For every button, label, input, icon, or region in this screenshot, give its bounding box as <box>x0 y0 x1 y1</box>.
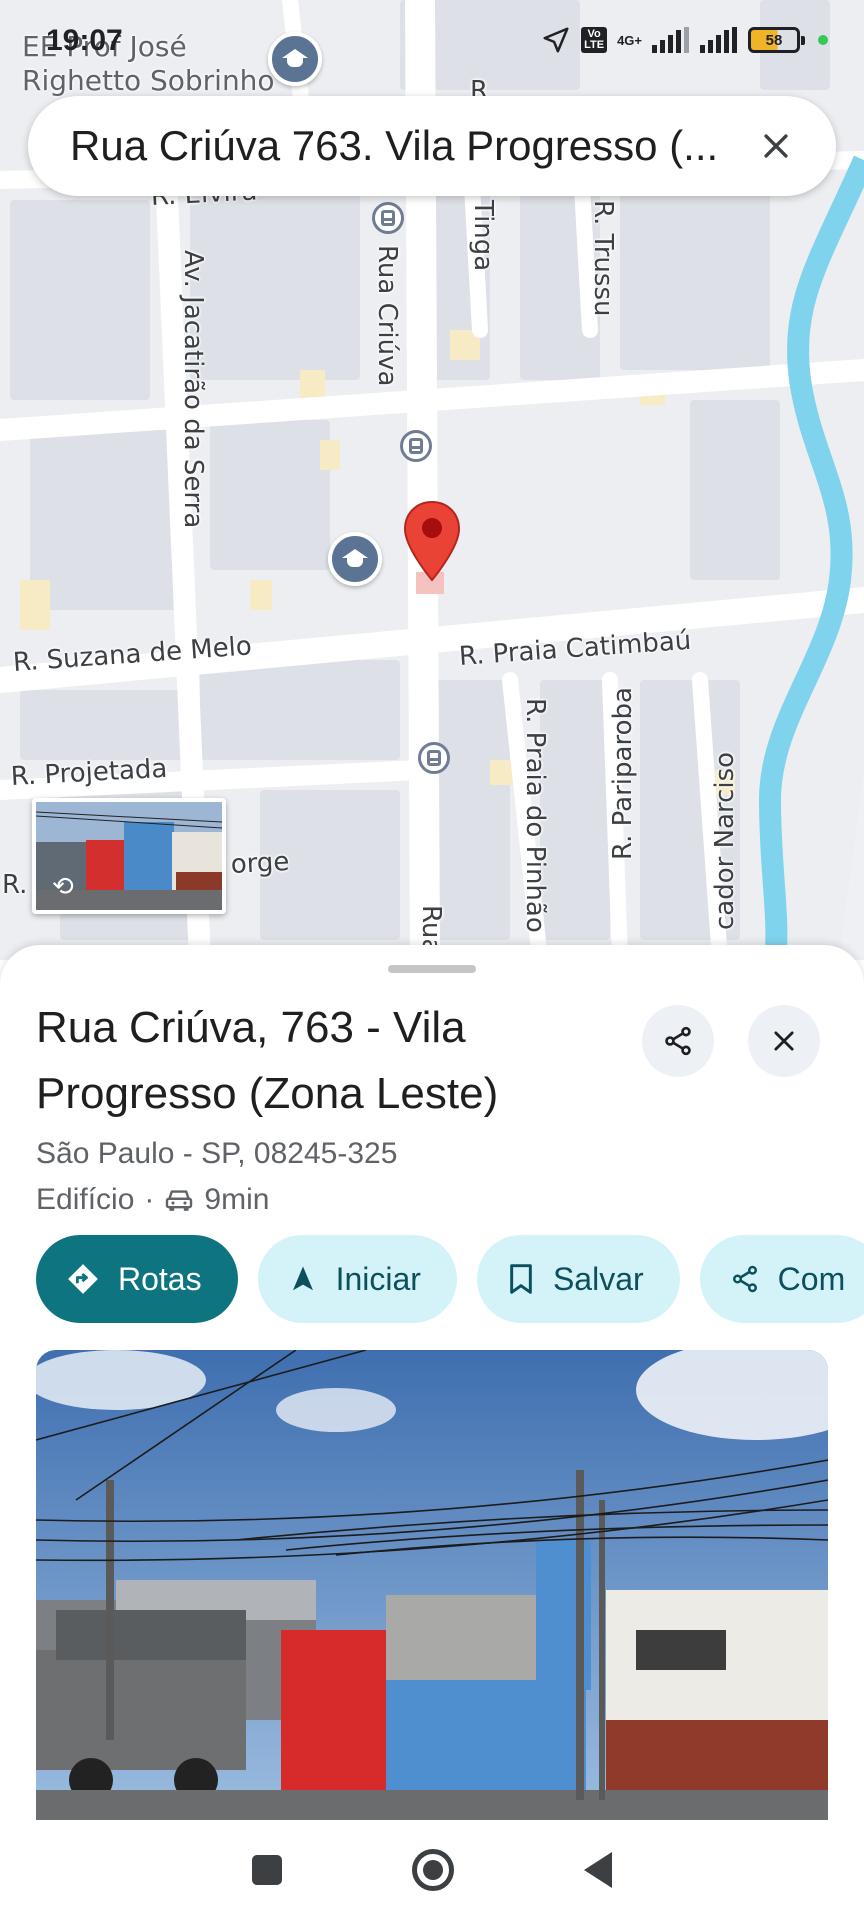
signal-strength-icon <box>700 27 737 53</box>
place-category: Edifício <box>36 1183 135 1216</box>
bookmark-icon <box>510 1264 532 1294</box>
location-arrow-icon <box>543 27 569 53</box>
action-chips-row: Rotas Iniciar Salvar Com <box>36 1235 864 1323</box>
street-label-r-short: R. <box>2 870 28 900</box>
search-query[interactable]: Rua Criúva 763. Vila Progresso (... <box>70 122 752 170</box>
street-label-pariparoba: R. Pariparoba <box>608 687 638 860</box>
street-label-jacatirao: Av. Jacatirão da Serra <box>178 250 208 529</box>
place-title: Rua Criúva, 763 - Vila Progresso (Zona L… <box>36 1003 499 1118</box>
recent-apps-button[interactable] <box>252 1855 282 1885</box>
street-label-trussu: R. Trussu <box>588 200 618 317</box>
place-meta: Edifício · 9min <box>36 1183 269 1217</box>
directions-icon <box>68 1264 98 1294</box>
rotate-360-icon: ⟲ <box>52 872 74 902</box>
status-icons: Vo LTE 4G+ 58 <box>541 24 828 56</box>
directions-label: Rotas <box>118 1260 202 1297</box>
meta-separator: · <box>144 1183 155 1216</box>
save-button[interactable]: Salvar <box>476 1235 680 1323</box>
street-label-jorge: orge <box>230 846 291 880</box>
battery-icon: 58 <box>748 27 805 53</box>
search-bar[interactable]: Rua Criúva 763. Vila Progresso (... <box>28 96 836 196</box>
navigation-arrow-icon <box>292 1266 313 1291</box>
location-pin-icon[interactable] <box>403 500 461 582</box>
share-icon <box>732 1265 757 1293</box>
back-button[interactable] <box>584 1852 612 1888</box>
car-icon <box>166 1190 193 1211</box>
start-label: Iniciar <box>335 1260 421 1297</box>
status-bar: 19:07 Vo LTE 4G+ 58 <box>0 0 864 80</box>
drive-time: 9min <box>204 1183 270 1216</box>
share-chip-button[interactable]: Com <box>699 1235 864 1323</box>
clear-search-button[interactable] <box>752 122 800 170</box>
battery-level: 58 <box>765 31 783 49</box>
share-button[interactable] <box>642 1005 714 1077</box>
street-label-criuva: Rua Criúva <box>372 245 402 387</box>
sheet-drag-handle[interactable] <box>388 965 476 973</box>
directions-button[interactable]: Rotas <box>36 1235 238 1323</box>
bus-stop-icon[interactable] <box>372 202 404 234</box>
street-label-narciso: cador Narciso <box>710 751 740 930</box>
share-label: Com <box>777 1260 846 1297</box>
status-time: 19:07 <box>46 24 123 57</box>
bus-stop-icon[interactable] <box>400 430 432 462</box>
home-button[interactable] <box>412 1849 454 1891</box>
street-view-thumbnail[interactable]: ⟲ <box>32 798 226 914</box>
school-icon[interactable] <box>328 532 382 586</box>
signal-strength-icon <box>652 27 689 53</box>
street-label-praia-pinhao: R. Praia do Pinhão <box>520 698 550 933</box>
close-sheet-button[interactable] <box>748 1005 820 1077</box>
save-label: Salvar <box>552 1260 644 1297</box>
close-icon <box>764 134 788 158</box>
place-details-sheet[interactable]: Rua Criúva, 763 - Vila Progresso (Zona L… <box>0 945 864 1825</box>
privacy-indicator-dot <box>818 35 828 45</box>
street-photo-image <box>36 1350 828 1820</box>
close-icon <box>774 1031 794 1051</box>
volte-badge: Vo LTE <box>581 27 608 53</box>
bus-stop-icon[interactable] <box>418 742 450 774</box>
street-label-tinga: Tinga <box>468 200 498 272</box>
start-navigation-button[interactable]: Iniciar <box>257 1235 457 1323</box>
place-photo[interactable] <box>36 1350 828 1820</box>
share-icon <box>665 1026 691 1056</box>
network-type: 4G+ <box>617 32 642 48</box>
place-address: São Paulo - SP, 08245-325 <box>36 1137 398 1170</box>
system-navigation-bar <box>0 1820 864 1920</box>
